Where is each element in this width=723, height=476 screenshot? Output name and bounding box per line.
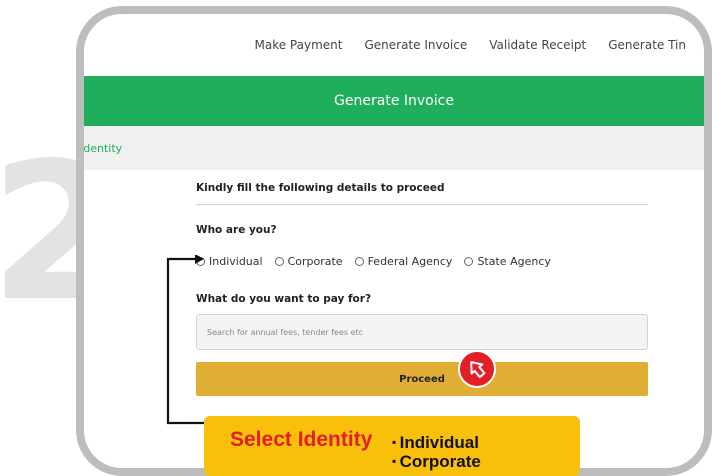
nav-generate-invoice[interactable]: Generate Invoice bbox=[364, 38, 467, 52]
identity-radio-group: Individual Corporate Federal Agency Stat… bbox=[196, 255, 551, 268]
proceed-button[interactable]: Proceed bbox=[196, 362, 648, 396]
radio-label: Individual bbox=[209, 255, 263, 268]
pointer-arrow-icon bbox=[470, 361, 486, 379]
annotation-connector bbox=[166, 255, 208, 425]
callout-list: Individual Corporate bbox=[392, 433, 481, 471]
callout-item: Corporate bbox=[392, 452, 481, 471]
page-title: Generate Invoice bbox=[334, 93, 454, 109]
radio-label: State Agency bbox=[477, 255, 551, 268]
radio-federal-agency[interactable]: Federal Agency bbox=[354, 255, 453, 268]
radio-circle-icon[interactable] bbox=[274, 257, 284, 266]
radio-label: Corporate bbox=[287, 255, 343, 268]
radio-label: Federal Agency bbox=[367, 255, 453, 268]
cursor-click-icon bbox=[458, 350, 496, 388]
radio-circle-icon[interactable] bbox=[354, 257, 364, 266]
radio-state-agency[interactable]: State Agency bbox=[464, 255, 551, 268]
callout-title: Select Identity bbox=[230, 428, 373, 451]
nav-make-payment[interactable]: Make Payment bbox=[255, 38, 343, 52]
annotation-callout: Select Identity Individual Corporate bbox=[204, 416, 580, 476]
identity-form: Kindly fill the following details to pro… bbox=[196, 182, 648, 396]
breadcrumb-bar: Identity bbox=[84, 126, 704, 170]
payment-search-input[interactable] bbox=[196, 314, 648, 350]
identity-question-label: Who are you? bbox=[196, 224, 277, 236]
nav-generate-tin[interactable]: Generate Tin bbox=[608, 38, 686, 52]
payment-question-label: What do you want to pay for? bbox=[196, 293, 372, 305]
radio-circle-icon[interactable] bbox=[464, 257, 474, 266]
page-banner: Generate Invoice bbox=[84, 76, 704, 126]
form-heading: Kindly fill the following details to pro… bbox=[196, 182, 648, 205]
breadcrumb-item-identity[interactable]: Identity bbox=[84, 142, 122, 155]
radio-corporate[interactable]: Corporate bbox=[274, 255, 343, 268]
callout-item: Individual bbox=[392, 433, 481, 452]
top-navigation: Make Payment Generate Invoice Validate R… bbox=[255, 38, 687, 52]
nav-validate-receipt[interactable]: Validate Receipt bbox=[489, 38, 586, 52]
